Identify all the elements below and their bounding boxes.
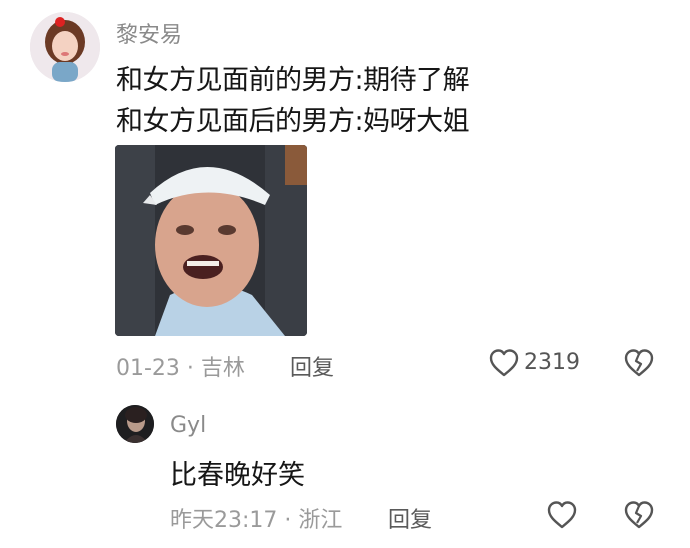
reply-button[interactable]: 回复: [388, 502, 432, 534]
comment-time: 01-23: [116, 356, 180, 381]
like-count: 2319: [524, 350, 580, 375]
comment-text-line: 和女方见面前的男方:期待了解: [116, 65, 470, 96]
reply-button[interactable]: 回复: [290, 350, 334, 382]
reply-meta: 昨天23:17 · 浙江: [170, 502, 342, 534]
heart-outline-icon[interactable]: [546, 499, 578, 531]
reply-location: 浙江: [298, 508, 343, 533]
avatar[interactable]: [116, 405, 154, 443]
broken-heart-icon[interactable]: [622, 499, 656, 531]
reply-text: 比春晚好笑: [170, 460, 305, 491]
meta-separator: ·: [277, 508, 299, 533]
comment-username[interactable]: 黎安易: [116, 17, 182, 49]
reply-time: 昨天23:17: [170, 508, 278, 533]
comment-location: 吉林: [200, 356, 245, 381]
heart-outline-icon[interactable]: [488, 347, 520, 379]
comment-text-line: 和女方见面后的男方:妈呀大姐: [116, 106, 470, 137]
broken-heart-icon[interactable]: [622, 347, 656, 379]
comment-image[interactable]: [115, 145, 307, 336]
comment-meta: 01-23 · 吉林: [116, 350, 245, 382]
meta-separator: ·: [179, 356, 201, 381]
reply-username[interactable]: Gyl: [170, 413, 206, 438]
avatar[interactable]: [30, 12, 100, 82]
